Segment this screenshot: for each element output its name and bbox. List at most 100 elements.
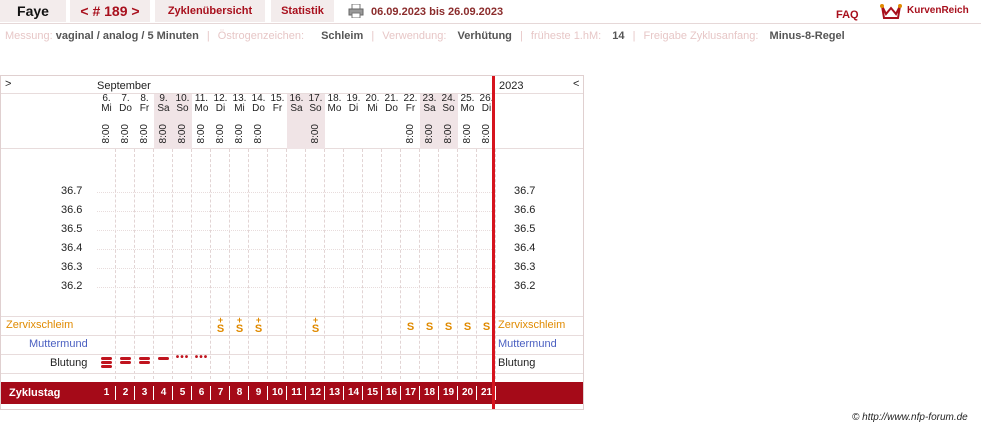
day-column[interactable]: 20. Mi <box>363 94 382 149</box>
row-label-cervix: Muttermund <box>29 338 88 350</box>
measurement-value: vaginal / analog / 5 Minuten <box>55 30 199 42</box>
grid-vline <box>191 149 192 379</box>
cycle-day-number: 18 <box>423 387 436 398</box>
printer-icon[interactable] <box>348 4 364 18</box>
cycle-day-number: 8 <box>236 387 243 398</box>
day-column[interactable]: 25. Mo 8:00 <box>458 94 477 149</box>
bleeding-mark <box>135 357 154 364</box>
day-weekday: Mo <box>327 103 342 114</box>
cycle-day-number: 1 <box>103 387 110 398</box>
day-weekday: Fr <box>139 103 150 114</box>
cycle-day-number: 16 <box>385 387 398 398</box>
cycle-day-number: 5 <box>179 387 186 398</box>
brand-name[interactable]: KurvenReich <box>907 5 969 16</box>
mucus-mark: S <box>406 321 415 333</box>
grid-vline <box>476 149 477 379</box>
row-label-bleeding: Blutung <box>50 357 88 369</box>
cycle-day-number: 3 <box>141 387 148 398</box>
temp-label-right: 36.3 <box>514 261 536 273</box>
grid-vline <box>419 149 420 379</box>
faq-link[interactable]: FAQ <box>836 9 859 21</box>
temp-gridline <box>97 287 496 288</box>
day-column[interactable]: 22. Fr 8:00 <box>401 94 420 149</box>
day-column[interactable]: 11. Mo 8:00 <box>192 94 211 149</box>
row-label-mucus-right: Zervixschleim <box>498 319 566 331</box>
day-weekday: Do <box>252 103 265 114</box>
cycle-day-number: 14 <box>347 387 360 398</box>
cycle-day-number: 19 <box>442 387 455 398</box>
day-column[interactable]: 24. So 8:00 <box>439 94 458 149</box>
cycle-day-number: 4 <box>160 387 167 398</box>
nav-prev-button[interactable]: > <box>5 78 11 90</box>
day-column[interactable]: 13. Mi 8:00 <box>230 94 249 149</box>
day-column[interactable]: 7. Do 8:00 <box>116 94 135 149</box>
cycle-day-number: 13 <box>328 387 341 398</box>
day-weekday: So <box>176 103 189 114</box>
earliest-value: 14 <box>612 30 625 42</box>
temp-label-right: 36.4 <box>514 242 536 254</box>
earliest-label: früheste 1.hM: <box>530 30 602 42</box>
grid-vline <box>134 149 135 379</box>
cycle-day-number: 10 <box>271 387 284 398</box>
cycle-day-sep <box>495 386 496 400</box>
tab-statistics[interactable]: Statistik <box>271 0 334 22</box>
cycle-day-number: 2 <box>122 387 129 398</box>
grid-vline <box>324 149 325 379</box>
grid-vline <box>267 149 268 379</box>
measure-time: 8:00 <box>177 124 188 144</box>
day-column[interactable]: 14. Do 8:00 <box>249 94 268 149</box>
measure-time: 8:00 <box>215 124 226 144</box>
day-column[interactable]: 16. Sa <box>287 94 306 149</box>
day-weekday: Sa <box>290 103 303 114</box>
measure-time: 8:00 <box>158 124 169 144</box>
day-column[interactable]: 9. Sa 8:00 <box>154 94 173 149</box>
bleeding-mark <box>154 357 173 360</box>
day-weekday: Do <box>119 103 132 114</box>
day-column[interactable]: 10. So 8:00 <box>173 94 192 149</box>
grid-vline <box>400 149 401 379</box>
day-weekday: Sa <box>157 103 170 114</box>
measure-time: 8:00 <box>253 124 264 144</box>
bleeding-mark <box>97 357 116 368</box>
cycle-day-number: 20 <box>461 387 474 398</box>
grid-vline <box>153 149 154 379</box>
grid-vline <box>248 149 249 379</box>
copyright: © http://www.nfp-forum.de <box>852 412 968 423</box>
temp-label-right: 36.5 <box>514 223 536 235</box>
grid-vline <box>286 149 287 379</box>
day-column[interactable]: 15. Fr <box>268 94 287 149</box>
day-weekday: Mi <box>234 103 245 114</box>
day-weekday: Mi <box>101 103 112 114</box>
measure-time: 8:00 <box>101 124 112 144</box>
cycle-day-number: 9 <box>255 387 262 398</box>
day-column[interactable]: 21. Do <box>382 94 401 149</box>
measurement-label: Messung: <box>5 30 53 42</box>
cycle-number-nav[interactable]: < # 189 > <box>70 0 150 22</box>
mucus-mark: S <box>425 321 434 333</box>
day-column[interactable]: 19. Di <box>344 94 363 149</box>
current-day-cursor[interactable] <box>492 76 495 409</box>
mucus-mark: S <box>463 321 472 333</box>
day-column[interactable]: 12. Di 8:00 <box>211 94 230 149</box>
temp-label-left: 36.2 <box>61 280 83 292</box>
day-column[interactable]: 17. So 8:00 <box>306 94 325 149</box>
measure-time: 8:00 <box>310 124 321 144</box>
row-label-bleeding-right: Blutung <box>498 357 536 369</box>
day-column[interactable]: 8. Fr 8:00 <box>135 94 154 149</box>
day-weekday: So <box>309 103 322 114</box>
tab-cycle-overview[interactable]: Zyklenübersicht <box>155 0 265 22</box>
row-separator <box>1 335 583 336</box>
cycle-meta: Messung: vaginal / analog / 5 Minuten | … <box>5 30 845 42</box>
grid-vline <box>381 149 382 379</box>
nav-next-button[interactable]: < <box>573 78 579 90</box>
temp-gridline <box>97 268 496 269</box>
day-weekday: Di <box>215 103 226 114</box>
day-weekday: So <box>442 103 455 114</box>
day-column[interactable]: 23. Sa 8:00 <box>420 94 439 149</box>
day-column[interactable]: 6. Mi 8:00 <box>97 94 116 149</box>
day-column[interactable]: 18. Mo <box>325 94 344 149</box>
temp-gridline <box>97 230 496 231</box>
day-weekday: Fr <box>272 103 283 114</box>
measure-time: 8:00 <box>424 124 435 144</box>
temp-label-left: 36.3 <box>61 261 83 273</box>
